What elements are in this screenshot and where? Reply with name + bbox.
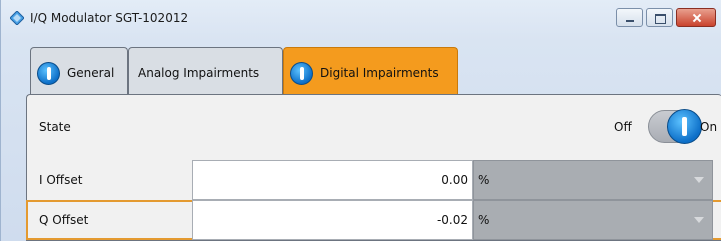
i-offset-value: 0.00 [441, 173, 468, 187]
toggle-knob-icon [667, 109, 702, 144]
chevron-down-icon [694, 217, 704, 223]
digital-impairments-panel: State Off On I Offset 0.00 % Q Offset -0… [26, 94, 721, 241]
q-offset-value: -0.02 [436, 213, 468, 227]
q-offset-row: Q Offset -0.02 % [26, 200, 721, 240]
state-off-label: Off [614, 120, 632, 134]
info-icon [290, 62, 313, 85]
tab-analog-impairments[interactable]: Analog Impairments [128, 47, 283, 94]
tab-digital-impairments[interactable]: Digital Impairments [283, 47, 458, 94]
i-offset-unit-select[interactable]: % [473, 160, 713, 200]
state-label: State [39, 120, 71, 134]
i-offset-label: I Offset [39, 173, 83, 187]
minimize-button[interactable] [616, 8, 643, 27]
i-offset-input[interactable]: 0.00 [192, 160, 473, 200]
chevron-down-icon [694, 177, 704, 183]
rs-diamond-icon [10, 11, 24, 25]
q-offset-input[interactable]: -0.02 [192, 200, 473, 240]
title-bar[interactable]: I/Q Modulator SGT-102012 [1, 0, 721, 38]
info-icon [37, 62, 60, 85]
maximize-button[interactable] [646, 8, 673, 27]
i-offset-row: I Offset 0.00 % [27, 160, 721, 200]
window-controls [613, 8, 716, 27]
i-offset-unit: % [478, 173, 490, 187]
q-offset-label: Q Offset [39, 213, 89, 227]
tab-general-label: General [67, 66, 115, 80]
q-offset-unit-select[interactable]: % [473, 200, 713, 240]
state-toggle[interactable] [648, 109, 702, 144]
q-offset-unit: % [478, 213, 490, 227]
tab-digital-impairments-label: Digital Impairments [320, 66, 439, 80]
state-on-label: On [700, 120, 718, 134]
tab-analog-impairments-label: Analog Impairments [138, 66, 260, 80]
window-title: I/Q Modulator SGT-102012 [30, 11, 189, 25]
close-button[interactable] [676, 8, 716, 27]
tab-general[interactable]: General [30, 47, 128, 94]
iq-modulator-window: I/Q Modulator SGT-102012 General Analog … [0, 0, 721, 241]
